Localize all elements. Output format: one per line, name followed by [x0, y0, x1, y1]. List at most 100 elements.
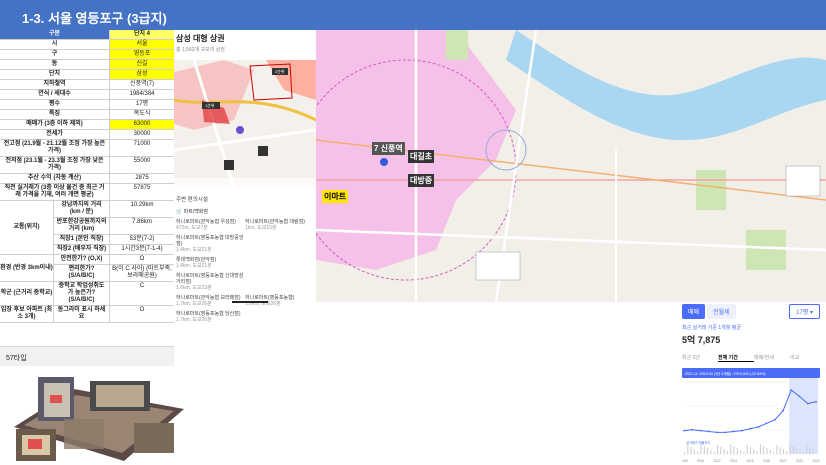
facility-item[interactable] — [245, 255, 314, 271]
row-sub: 직장2 (배우자 직장) 1시간3분(7-1-4) — [54, 245, 174, 254]
data-point — [699, 429, 702, 432]
row-sub: 강남까지의 거리 (km / 분) 10.29km — [54, 201, 174, 217]
data-point — [683, 429, 685, 432]
table-header: 구분 단지 4 — [0, 30, 174, 40]
volume-bar — [713, 452, 715, 454]
shop-icon[interactable] — [258, 146, 268, 156]
location-pin-icon[interactable] — [236, 126, 244, 134]
row-value: 63000 — [110, 120, 174, 129]
volume-bar — [779, 447, 781, 454]
mart-label[interactable]: 이마트 — [322, 190, 349, 203]
category-mart[interactable]: 🛒 마트/백화점 — [174, 206, 316, 217]
facility-distance: 1.4km, 도보21분 — [176, 247, 212, 253]
table-row: 직장2 (배우자 직장) 1시간3분(7-1-4) — [54, 245, 174, 254]
volume-bar — [740, 450, 742, 454]
tab-period[interactable]: 비교 — [790, 354, 826, 362]
area-map-canvas[interactable] — [316, 30, 826, 302]
data-point — [815, 400, 817, 403]
minimap-label-1: 1순위 — [205, 102, 215, 108]
volume-bar — [697, 451, 699, 454]
row-sub: 반포한강공원까지의 거리 (km) 7.86km — [54, 218, 174, 234]
data-point — [749, 427, 751, 430]
facility-item[interactable]: 하나로마트(영등포농협 신대방삼거리점) 1.6km, 도보23분 — [176, 271, 245, 293]
facility-item[interactable]: 롯데백화점(관악점) 1.4km, 도보21분 — [176, 255, 245, 271]
volume-bar — [776, 445, 778, 454]
tab-period[interactable]: 전체 기간 — [718, 354, 754, 362]
cart-icon: 🛒 — [176, 209, 183, 215]
chevron-down-icon: ▾ — [809, 310, 813, 316]
volume-bar — [783, 449, 784, 454]
facility-item[interactable] — [245, 233, 314, 255]
volume-bar — [753, 449, 755, 454]
volume-bar — [717, 445, 718, 454]
row-label: 직장2 (배우자 직장) — [54, 245, 110, 254]
store-minimap[interactable]: 1순위 2순위 — [174, 60, 316, 188]
tab-period[interactable]: 매매/전세 — [754, 354, 790, 362]
volume-bar — [806, 445, 808, 454]
volume-bar — [743, 452, 745, 454]
table-row: 전저점 (23.1월 - 23.3월 조정 가장 낮은 가격) 55000 — [0, 157, 174, 174]
facility-item[interactable]: 하나로마트(영등포농협 대방중앙점) 1.4km, 도보21분 — [176, 233, 245, 255]
tab-sale[interactable]: 매매 — [682, 304, 706, 319]
page-title: 1-3. 서울 영등포구 (3급지) — [0, 0, 826, 30]
x-tick-label: 2014 — [730, 459, 737, 463]
volume-bar — [703, 446, 705, 454]
facility-distance: 1.6km, 도보23분 — [176, 285, 212, 291]
volume-bar — [812, 449, 814, 454]
x-tick-label: 2012 — [713, 459, 720, 463]
facilities-list: 주변 편의시설 🛒 마트/백화점 하나로마트(관악농협 우성점) 472m, 도보… — [174, 192, 316, 325]
price-chart[interactable]: 2021.11~2024.04 (3년 5개월) -1억 6,000 (-22.… — [680, 368, 820, 464]
volume-bar — [802, 452, 804, 454]
x-tick-label: 2022 — [796, 459, 803, 463]
data-point — [724, 431, 727, 434]
volume-bar — [809, 447, 811, 454]
data-point — [707, 430, 710, 433]
facility-item[interactable] — [245, 309, 314, 325]
price-desc: 최근 실거래 기준 1개월 평균 — [682, 325, 741, 331]
row-label: 지하철역 — [0, 80, 110, 89]
tab-rent[interactable]: 전월세 — [707, 304, 736, 319]
volume-bar — [799, 450, 801, 454]
school-label-1[interactable]: 대길초 — [408, 150, 435, 163]
volume-bar — [690, 447, 692, 454]
volume-bar — [723, 449, 725, 454]
price-value: 5억 7,875 — [682, 335, 721, 345]
facility-item[interactable] — [245, 271, 314, 293]
alt-row: 임장 후보 아파트 (최소 3개) 동그라미 표시 하세요 O — [0, 306, 174, 323]
row-label: 추산 수익 (자동 계산) — [0, 174, 110, 183]
store-panel: 삼성 대형 상권 총 1,562개 규모의 상권 1순위 2순위 주변 편의시설… — [174, 30, 316, 323]
row-value: 신풍역(7) — [130, 81, 154, 87]
env-group: 환경 (반경 3km이내) 안전한가? (O,X) O 편리한가? (S/A/B/C… — [0, 255, 174, 282]
volume-bar — [766, 448, 768, 454]
volume-bar — [707, 448, 709, 454]
scroll-indicator[interactable] — [232, 301, 268, 303]
facility-item[interactable]: 하나로마트(관악농협 우성점) 472m, 도보7분 — [176, 217, 245, 233]
row-value: O — [139, 256, 145, 262]
row-label: 직전 실거래가 (3층 이상 물건 중 최근 거래 가격을 기재, 여러 개면 … — [0, 184, 110, 200]
x-tick-label: 2008 — [682, 459, 688, 463]
apartment-pin-icon[interactable] — [380, 158, 388, 166]
floorplan-image — [14, 377, 184, 461]
shop-icon[interactable] — [224, 160, 234, 170]
x-tick-label: 2024 — [812, 459, 819, 463]
row-label: 특징 — [0, 110, 110, 119]
data-point — [790, 389, 793, 391]
tab-period[interactable]: 최근 3년 — [682, 354, 718, 362]
apartment-info-table: 구분 단지 4 시 서울 구 영등포 동 신길 단지 삼성 지하철역 신풍역(7) 연식 / 세대수… — [0, 30, 174, 323]
row-value: 2875 — [135, 175, 149, 181]
row-value: 10.29km — [130, 202, 154, 208]
area-map[interactable]: 7 신풍역 대길초 대방중 이마트 — [316, 30, 826, 302]
school-row: 학군 (근거리 중학교) 중학교 학업성취도가 높은가? (S/A/B/C) C — [0, 282, 174, 306]
row-value: 신길 — [110, 60, 174, 69]
facility-item[interactable]: 하나로마트(영등포농협 당산점) 1.7km, 도보26분 — [176, 309, 245, 325]
station-label[interactable]: 7 신풍역 — [372, 142, 405, 155]
facility-item[interactable]: 하나로마트(관악농협 대림점) 1km, 도보15분 — [245, 217, 314, 233]
volume-bar — [710, 450, 712, 454]
school-label-2[interactable]: 대방중 — [408, 174, 435, 187]
size-select[interactable]: 17평 ▾ — [789, 304, 820, 319]
data-point — [806, 402, 809, 405]
row-label: 단지 — [0, 70, 110, 79]
facility-name: 하나로마트(영등포농협 신대방삼거리점) — [176, 273, 244, 285]
volume-bar — [720, 447, 722, 454]
x-tick-label: 2020 — [779, 459, 786, 463]
